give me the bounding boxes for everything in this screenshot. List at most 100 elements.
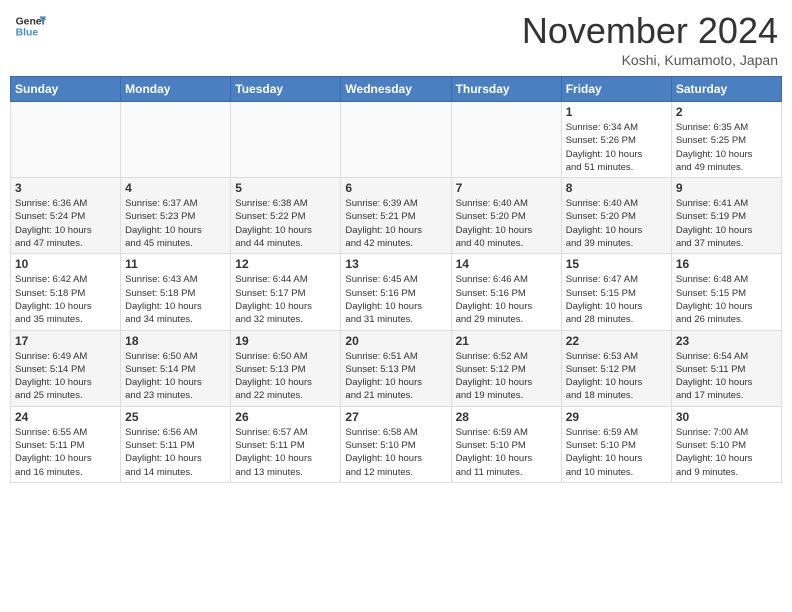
logo-icon: General Blue <box>14 10 46 42</box>
week-row-5: 24 Sunrise: 6:55 AM Sunset: 5:11 PM Dayli… <box>11 406 782 482</box>
day-info: Sunrise: 6:46 AM Sunset: 5:16 PM Dayligh… <box>456 273 557 326</box>
calendar-cell: 23Sunrise: 6:54 AM Sunset: 5:11 PM Dayli… <box>671 330 781 406</box>
calendar-cell <box>451 102 561 178</box>
day-info: Sunrise: 6:34 AM Sunset: 5:26 PM Dayligh… <box>566 121 667 174</box>
calendar-cell: 15 Sunrise: 6:47 AM Sunset: 5:15 PM Dayli… <box>561 254 671 330</box>
day-info: Sunrise: 6:53 AM Sunset: 5:12 PM Dayligh… <box>566 350 667 403</box>
day-info: Sunrise: 6:58 AM Sunset: 5:10 PM Dayligh… <box>345 426 446 479</box>
svg-text:Blue: Blue <box>16 28 39 39</box>
day-number: 16 <box>676 257 777 271</box>
day-number: 21 <box>456 334 557 348</box>
day-info: Sunrise: 6:54 AM Sunset: 5:11 PM Dayligh… <box>676 350 777 403</box>
day-number: 19 <box>235 334 336 348</box>
title-block: November 2024 Koshi, Kumamoto, Japan <box>522 10 778 68</box>
calendar-cell: 12 Sunrise: 6:44 AM Sunset: 5:17 PM Dayli… <box>231 254 341 330</box>
day-number: 13 <box>345 257 446 271</box>
day-number: 15 <box>566 257 667 271</box>
calendar-cell: 29Sunrise: 6:59 AM Sunset: 5:10 PM Dayli… <box>561 406 671 482</box>
day-number: 11 <box>125 257 226 271</box>
calendar-cell: 7 Sunrise: 6:40 AM Sunset: 5:20 PM Daylig… <box>451 178 561 254</box>
calendar-cell: 4Sunrise: 6:37 AM Sunset: 5:23 PM Daylig… <box>121 178 231 254</box>
calendar-cell: 9 Sunrise: 6:41 AM Sunset: 5:19 PM Daylig… <box>671 178 781 254</box>
day-number: 28 <box>456 410 557 424</box>
day-info: Sunrise: 6:38 AM Sunset: 5:22 PM Dayligh… <box>235 197 336 250</box>
day-number: 20 <box>345 334 446 348</box>
calendar-cell: 14Sunrise: 6:46 AM Sunset: 5:16 PM Dayli… <box>451 254 561 330</box>
day-info: Sunrise: 6:39 AM Sunset: 5:21 PM Dayligh… <box>345 197 446 250</box>
logo: General Blue <box>14 10 46 42</box>
calendar-cell: 20 Sunrise: 6:51 AM Sunset: 5:13 PM Dayli… <box>341 330 451 406</box>
calendar-cell: 22 Sunrise: 6:53 AM Sunset: 5:12 PM Dayli… <box>561 330 671 406</box>
day-number: 2 <box>676 105 777 119</box>
day-number: 22 <box>566 334 667 348</box>
day-number: 29 <box>566 410 667 424</box>
calendar-cell: 17 Sunrise: 6:49 AM Sunset: 5:14 PM Dayli… <box>11 330 121 406</box>
calendar-cell: 6 Sunrise: 6:39 AM Sunset: 5:21 PM Daylig… <box>341 178 451 254</box>
weekday-header-sunday: Sunday <box>11 77 121 102</box>
calendar-cell: 27 Sunrise: 6:58 AM Sunset: 5:10 PM Dayli… <box>341 406 451 482</box>
day-number: 27 <box>345 410 446 424</box>
day-number: 6 <box>345 181 446 195</box>
day-info: Sunrise: 6:47 AM Sunset: 5:15 PM Dayligh… <box>566 273 667 326</box>
week-row-2: 3Sunrise: 6:36 AM Sunset: 5:24 PM Daylig… <box>11 178 782 254</box>
calendar-cell: 11 Sunrise: 6:43 AM Sunset: 5:18 PM Dayli… <box>121 254 231 330</box>
calendar-cell <box>121 102 231 178</box>
page-header: General Blue November 2024 Koshi, Kumamo… <box>10 10 782 68</box>
day-number: 5 <box>235 181 336 195</box>
day-number: 24 <box>15 410 116 424</box>
day-info: Sunrise: 6:48 AM Sunset: 5:15 PM Dayligh… <box>676 273 777 326</box>
calendar-cell: 1 Sunrise: 6:34 AM Sunset: 5:26 PM Daylig… <box>561 102 671 178</box>
day-info: Sunrise: 6:51 AM Sunset: 5:13 PM Dayligh… <box>345 350 446 403</box>
day-number: 1 <box>566 105 667 119</box>
calendar-cell <box>231 102 341 178</box>
day-number: 12 <box>235 257 336 271</box>
day-info: Sunrise: 6:35 AM Sunset: 5:25 PM Dayligh… <box>676 121 777 174</box>
day-info: Sunrise: 6:50 AM Sunset: 5:13 PM Dayligh… <box>235 350 336 403</box>
day-number: 25 <box>125 410 226 424</box>
calendar-cell: 13 Sunrise: 6:45 AM Sunset: 5:16 PM Dayli… <box>341 254 451 330</box>
day-info: Sunrise: 6:40 AM Sunset: 5:20 PM Dayligh… <box>566 197 667 250</box>
calendar-cell: 18 Sunrise: 6:50 AM Sunset: 5:14 PM Dayli… <box>121 330 231 406</box>
calendar-cell <box>341 102 451 178</box>
calendar-cell: 25 Sunrise: 6:56 AM Sunset: 5:11 PM Dayli… <box>121 406 231 482</box>
day-info: Sunrise: 6:43 AM Sunset: 5:18 PM Dayligh… <box>125 273 226 326</box>
day-info: Sunrise: 7:00 AM Sunset: 5:10 PM Dayligh… <box>676 426 777 479</box>
day-number: 30 <box>676 410 777 424</box>
day-number: 9 <box>676 181 777 195</box>
day-info: Sunrise: 6:50 AM Sunset: 5:14 PM Dayligh… <box>125 350 226 403</box>
weekday-header-tuesday: Tuesday <box>231 77 341 102</box>
day-info: Sunrise: 6:40 AM Sunset: 5:20 PM Dayligh… <box>456 197 557 250</box>
day-info: Sunrise: 6:45 AM Sunset: 5:16 PM Dayligh… <box>345 273 446 326</box>
day-info: Sunrise: 6:59 AM Sunset: 5:10 PM Dayligh… <box>456 426 557 479</box>
calendar-cell: 26Sunrise: 6:57 AM Sunset: 5:11 PM Dayli… <box>231 406 341 482</box>
day-number: 18 <box>125 334 226 348</box>
day-info: Sunrise: 6:44 AM Sunset: 5:17 PM Dayligh… <box>235 273 336 326</box>
calendar-cell: 10 Sunrise: 6:42 AM Sunset: 5:18 PM Dayli… <box>11 254 121 330</box>
day-number: 17 <box>15 334 116 348</box>
location-subtitle: Koshi, Kumamoto, Japan <box>522 52 778 68</box>
day-info: Sunrise: 6:42 AM Sunset: 5:18 PM Dayligh… <box>15 273 116 326</box>
day-info: Sunrise: 6:41 AM Sunset: 5:19 PM Dayligh… <box>676 197 777 250</box>
day-number: 10 <box>15 257 116 271</box>
calendar-cell: 19 Sunrise: 6:50 AM Sunset: 5:13 PM Dayli… <box>231 330 341 406</box>
calendar-cell: 8Sunrise: 6:40 AM Sunset: 5:20 PM Daylig… <box>561 178 671 254</box>
week-row-1: 1 Sunrise: 6:34 AM Sunset: 5:26 PM Daylig… <box>11 102 782 178</box>
calendar-cell <box>11 102 121 178</box>
week-row-4: 17 Sunrise: 6:49 AM Sunset: 5:14 PM Dayli… <box>11 330 782 406</box>
calendar-cell: 2 Sunrise: 6:35 AM Sunset: 5:25 PM Daylig… <box>671 102 781 178</box>
day-info: Sunrise: 6:55 AM Sunset: 5:11 PM Dayligh… <box>15 426 116 479</box>
day-number: 7 <box>456 181 557 195</box>
day-info: Sunrise: 6:49 AM Sunset: 5:14 PM Dayligh… <box>15 350 116 403</box>
weekday-header-wednesday: Wednesday <box>341 77 451 102</box>
weekday-header-friday: Friday <box>561 77 671 102</box>
day-info: Sunrise: 6:52 AM Sunset: 5:12 PM Dayligh… <box>456 350 557 403</box>
month-title: November 2024 <box>522 10 778 52</box>
day-info: Sunrise: 6:57 AM Sunset: 5:11 PM Dayligh… <box>235 426 336 479</box>
calendar-cell: 28 Sunrise: 6:59 AM Sunset: 5:10 PM Dayli… <box>451 406 561 482</box>
calendar-cell: 21 Sunrise: 6:52 AM Sunset: 5:12 PM Dayli… <box>451 330 561 406</box>
day-info: Sunrise: 6:36 AM Sunset: 5:24 PM Dayligh… <box>15 197 116 250</box>
weekday-header-saturday: Saturday <box>671 77 781 102</box>
day-info: Sunrise: 6:56 AM Sunset: 5:11 PM Dayligh… <box>125 426 226 479</box>
weekday-header-row: SundayMondayTuesdayWednesdayThursdayFrid… <box>11 77 782 102</box>
weekday-header-thursday: Thursday <box>451 77 561 102</box>
